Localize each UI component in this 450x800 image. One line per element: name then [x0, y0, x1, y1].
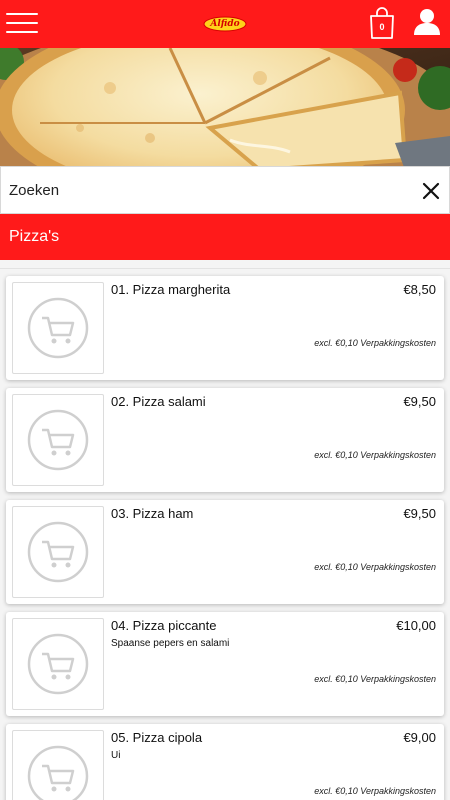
list-divider [0, 268, 450, 269]
cart-count-badge: 0 [379, 22, 385, 32]
product-name: 05. Pizza cipola [111, 730, 203, 745]
product-name: 02. Pizza salami [111, 394, 206, 409]
product-description: Ui [111, 750, 121, 761]
product-item[interactable]: 04. Pizza piccante Spaanse pepers en sal… [6, 612, 444, 716]
cart-icon [27, 297, 89, 359]
cart-icon [27, 745, 89, 800]
account-button[interactable] [412, 7, 442, 37]
shopping-bag-button[interactable]: 0 [368, 7, 396, 39]
packaging-fee: excl. €0,10 Verpakkingskosten [314, 562, 436, 572]
product-thumbnail [12, 282, 104, 374]
product-price: €10,00 [396, 618, 436, 633]
product-thumbnail [12, 730, 104, 800]
product-price: €9,00 [403, 730, 436, 745]
user-icon [414, 9, 440, 35]
product-description: Spaanse pepers en salami [111, 638, 230, 649]
product-thumbnail [12, 506, 104, 598]
cart-icon [27, 521, 89, 583]
top-bar: Alfido 0 [0, 0, 450, 48]
close-glyph [422, 182, 440, 200]
search-bar [0, 166, 450, 214]
product-item[interactable]: 05. Pizza cipola Ui €9,00 excl. €0,10 Ve… [6, 724, 444, 800]
cart-icon [27, 633, 89, 695]
menu-line [6, 31, 38, 33]
packaging-fee: excl. €0,10 Verpakkingskosten [314, 450, 436, 460]
brand-logo[interactable]: Alfido [203, 16, 247, 32]
menu-line [6, 22, 38, 24]
product-price: €8,50 [403, 282, 436, 297]
product-name: 04. Pizza piccante [111, 618, 217, 633]
product-item[interactable]: 03. Pizza ham €9,50 excl. €0,10 Verpakki… [6, 500, 444, 604]
hamburger-menu-icon[interactable] [6, 10, 40, 36]
logo-text: Alfido [210, 19, 240, 29]
product-thumbnail [12, 618, 104, 710]
search-input[interactable] [9, 177, 389, 203]
product-list[interactable]: 01. Pizza margherita €8,50 excl. €0,10 V… [0, 260, 450, 800]
category-header[interactable]: Pizza's [0, 214, 450, 260]
product-item[interactable]: 02. Pizza salami €9,50 excl. €0,10 Verpa… [6, 388, 444, 492]
packaging-fee: excl. €0,10 Verpakkingskosten [314, 338, 436, 348]
packaging-fee: excl. €0,10 Verpakkingskosten [314, 786, 436, 796]
cart-icon [27, 409, 89, 471]
menu-line [6, 13, 38, 15]
app-screen: Alfido 0 Zoeken Pizza's 01. Pizza marghe… [0, 0, 450, 800]
product-price: €9,50 [403, 506, 436, 521]
close-icon[interactable] [419, 179, 443, 203]
packaging-fee: excl. €0,10 Verpakkingskosten [314, 674, 436, 684]
pizza-photo [0, 48, 450, 170]
hero-pizza-image [0, 48, 450, 170]
category-title: Pizza's [9, 228, 60, 245]
product-thumbnail [12, 394, 104, 486]
product-price: €9,50 [403, 394, 436, 409]
product-item[interactable]: 01. Pizza margherita €8,50 excl. €0,10 V… [6, 276, 444, 380]
product-name: 01. Pizza margherita [111, 282, 231, 297]
product-name: 03. Pizza ham [111, 506, 194, 521]
